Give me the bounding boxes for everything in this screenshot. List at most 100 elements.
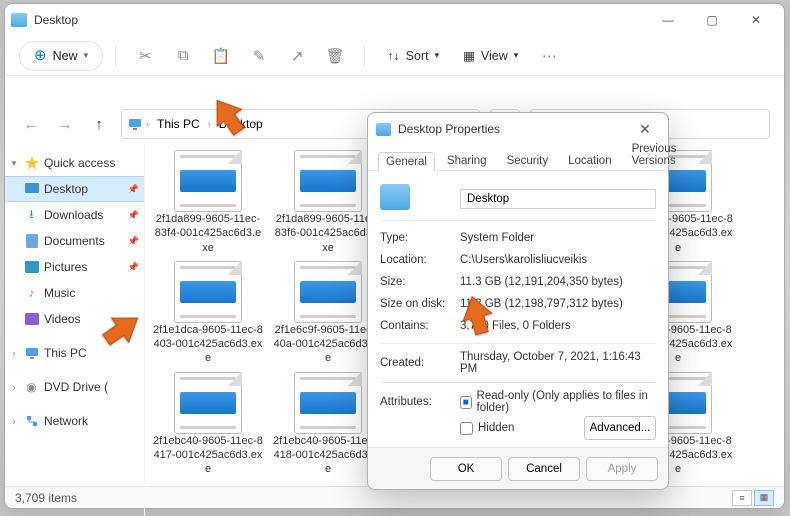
back-button[interactable]: ← (19, 116, 43, 133)
chevron-right-icon: › (146, 119, 149, 129)
tab-sharing[interactable]: Sharing (439, 151, 495, 170)
breadcrumb-seg[interactable]: This PC (153, 115, 204, 133)
close-button[interactable]: ✕ (734, 5, 778, 35)
sidebar-item-music[interactable]: ♪ Music (5, 280, 144, 306)
file-name: 2f1da899-9605-11ec-83f4-001c425ac6d3.exe (153, 212, 263, 255)
sidebar-label: Pictures (44, 260, 123, 274)
folder-icon (11, 13, 27, 27)
checkbox-label: Hidden (478, 422, 514, 434)
music-icon: ♪ (24, 286, 39, 300)
paste-button[interactable]: 📋 (204, 40, 238, 72)
ok-button[interactable]: OK (430, 457, 502, 481)
plus-icon: ⊕ (34, 48, 47, 63)
prop-value: 3,710 Files, 0 Folders (460, 320, 656, 332)
share-button[interactable]: ↗ (280, 40, 314, 72)
folder-name-input[interactable] (460, 189, 656, 209)
sidebar-item-videos[interactable]: Videos (5, 306, 144, 332)
file-item[interactable]: 2f1e1dca-9605-11ec-8403-001c425ac6d3.exe (153, 261, 263, 366)
file-name: 2f1e1dca-9605-11ec-8403-001c425ac6d3.exe (153, 323, 263, 366)
icons-view-button[interactable]: ▦ (754, 490, 774, 506)
window-controls: — ▢ ✕ (646, 5, 778, 35)
maximize-button[interactable]: ▢ (690, 5, 734, 35)
prop-value: 11.3 GB (12,191,204,350 bytes) (460, 276, 656, 288)
up-button[interactable]: ↑ (87, 116, 111, 133)
toolbar: ⊕ New ▾ ✂ ⧉ 📋 ✎ ↗ 🗑 ↑↓ Sort ▾ ▦ View ▾ ⋯ (5, 36, 784, 76)
cut-button[interactable]: ✂ (128, 40, 162, 72)
sort-label: Sort (406, 49, 429, 63)
tab-general[interactable]: General (378, 152, 435, 171)
rename-button[interactable]: ✎ (242, 40, 276, 72)
tab-security[interactable]: Security (499, 151, 557, 170)
star-icon (24, 156, 39, 170)
sidebar-label: Music (44, 286, 144, 300)
tab-previous-versions[interactable]: Previous Versions (624, 139, 685, 170)
new-button[interactable]: ⊕ New ▾ (19, 41, 103, 71)
sidebar-label: DVD Drive ( (44, 380, 144, 394)
breadcrumb-seg[interactable]: Desktop (215, 115, 267, 133)
dialog-buttons: OK Cancel Apply (368, 447, 668, 489)
pin-icon: 📌 (128, 210, 139, 221)
file-name: 2f1ebc40-9605-11ec-8417-001c425ac6d3.exe (153, 434, 263, 477)
chevron-down-icon: ▾ (84, 50, 89, 61)
prop-label: Size on disk: (380, 298, 460, 310)
sidebar-item-this-pc[interactable]: › This PC (5, 340, 144, 366)
dialog-body: Type:System Folder Location:C:\Users\kar… (368, 171, 668, 453)
separator (364, 45, 365, 67)
readonly-checkbox[interactable]: ■Read-only (Only applies to files in fol… (460, 390, 656, 414)
file-item[interactable]: 2f1ebc40-9605-11ec-8417-001c425ac6d3.exe (153, 372, 263, 477)
network-icon (24, 414, 39, 428)
prop-value: System Folder (460, 232, 656, 244)
view-button[interactable]: ▦ View ▾ (453, 41, 528, 71)
hidden-checkbox[interactable]: Hidden (460, 422, 514, 435)
apply-button[interactable]: Apply (586, 457, 658, 481)
window-title: Desktop (34, 13, 646, 27)
folder-icon-large (380, 184, 460, 213)
tab-location[interactable]: Location (560, 151, 619, 170)
monitor-icon (128, 118, 142, 130)
document-icon (24, 234, 39, 248)
sidebar-item-quick-access[interactable]: ▾ Quick access (5, 150, 144, 176)
file-item[interactable]: 2f1da899-9605-11ec-83f4-001c425ac6d3.exe (153, 150, 263, 255)
forward-button[interactable]: → (53, 116, 77, 133)
sidebar-label: Videos (44, 312, 144, 326)
chevron-right-icon: › (208, 119, 211, 129)
desktop-icon (24, 182, 39, 196)
prop-label: Location: (380, 254, 460, 266)
chevron-down-icon: ▾ (435, 50, 440, 61)
details-view-button[interactable]: ≡ (732, 490, 752, 506)
folder-icon (376, 123, 391, 136)
view-label: View (481, 49, 508, 63)
chevron-right-icon: › (9, 416, 19, 426)
chevron-down-icon: ▾ (514, 50, 519, 61)
separator (115, 45, 116, 67)
view-toggle: ≡ ▦ (732, 490, 774, 506)
prop-value: Thursday, October 7, 2021, 1:16:43 PM (460, 351, 656, 375)
sort-button[interactable]: ↑↓ Sort ▾ (377, 41, 449, 71)
videos-icon (24, 312, 39, 326)
item-count: 3,709 items (15, 491, 77, 505)
sidebar-label: Quick access (44, 156, 144, 170)
disc-icon: ◉ (24, 380, 39, 394)
monitor-icon (24, 346, 39, 360)
sidebar-item-downloads[interactable]: ⭳ Downloads 📌 (5, 202, 144, 228)
pin-icon: 📌 (128, 262, 139, 273)
sidebar-item-desktop[interactable]: Desktop 📌 (5, 176, 144, 202)
advanced-button[interactable]: Advanced... (584, 416, 656, 440)
prop-label: Created: (380, 357, 460, 369)
sidebar-item-pictures[interactable]: Pictures 📌 (5, 254, 144, 280)
checkbox-label: Read-only (Only applies to files in fold… (477, 390, 656, 414)
minimize-button[interactable]: — (646, 5, 690, 35)
sidebar-label: Documents (44, 234, 123, 248)
sidebar-label: Network (44, 414, 144, 428)
sidebar-item-documents[interactable]: Documents 📌 (5, 228, 144, 254)
sidebar-item-dvd[interactable]: › ◉ DVD Drive ( (5, 374, 144, 400)
delete-button[interactable]: 🗑 (318, 40, 352, 72)
sidebar: ▾ Quick access Desktop 📌 ⭳ Downloads 📌 D… (5, 144, 145, 516)
copy-button[interactable]: ⧉ (166, 40, 200, 72)
more-button[interactable]: ⋯ (532, 40, 566, 72)
cancel-button[interactable]: Cancel (508, 457, 580, 481)
prop-label: Attributes: (380, 396, 460, 408)
sidebar-item-network[interactable]: › Network (5, 408, 144, 434)
dialog-close-button[interactable]: ✕ (630, 121, 660, 138)
dialog-title: Desktop Properties (398, 122, 630, 136)
